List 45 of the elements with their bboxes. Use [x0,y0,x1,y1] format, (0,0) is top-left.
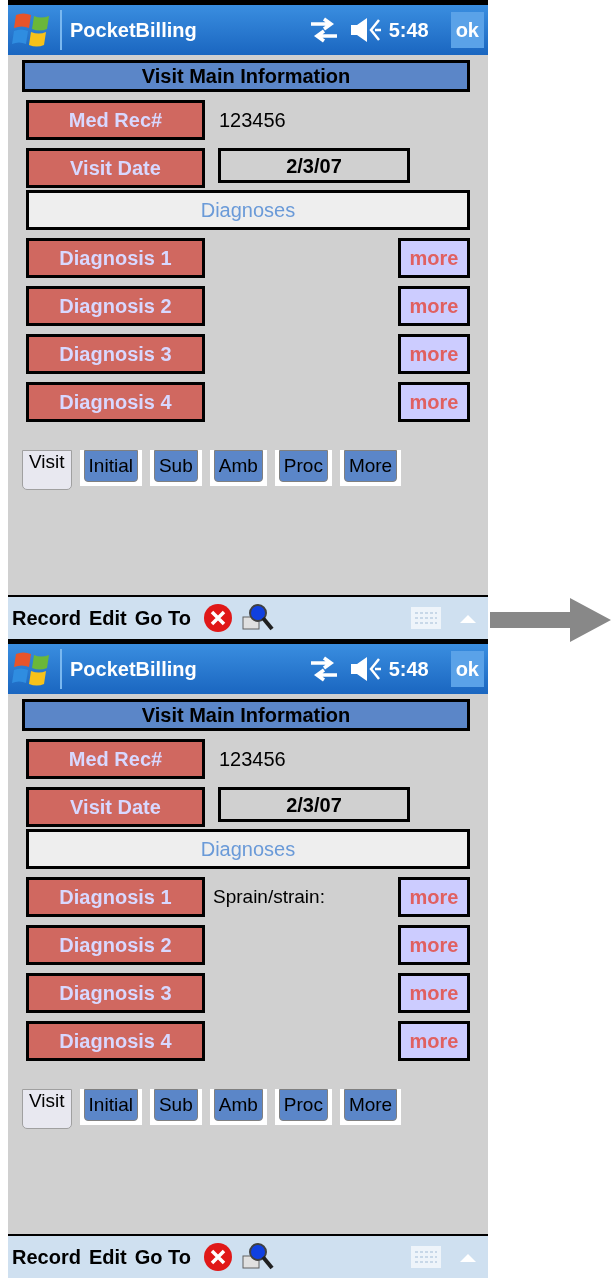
speaker-muted-icon[interactable] [348,16,383,44]
tab[interactable]: Amb [213,1089,263,1121]
field-label: Med Rec# [26,739,205,779]
tab[interactable]: Amb [213,450,263,482]
tab[interactable]: Visit [22,450,72,490]
section-header: Visit Main Information [22,60,470,92]
tab[interactable]: Initial [83,450,138,482]
section-header: Diagnoses [26,829,470,869]
tab[interactable]: More [343,450,398,482]
diagnosis-value: Sprain/strain: [213,884,325,909]
clock-time: 5:48 [388,657,429,682]
menu-item[interactable]: Go To [134,603,191,633]
tab[interactable]: Visit [22,1089,72,1129]
close-icon[interactable] [202,603,233,633]
windows-logo-icon[interactable] [12,650,52,688]
field-label: Med Rec# [26,100,205,140]
menu-item[interactable]: Record [12,603,81,633]
app-title: PocketBilling [70,657,197,682]
speaker-muted-icon[interactable] [348,655,383,683]
menu-item[interactable]: Record [12,1242,81,1272]
field-value: 123456 [219,108,286,133]
tab[interactable]: Proc [278,450,328,482]
tab[interactable]: Initial [83,1089,138,1121]
field-value: 123456 [219,747,286,772]
menu-item[interactable]: Edit [88,1242,127,1272]
field-label: Visit Date [26,148,205,188]
connectivity-icon[interactable] [308,656,339,682]
field-label: Visit Date [26,787,205,827]
search-icon[interactable] [240,1242,275,1272]
clock-time: 5:48 [388,18,429,43]
menu-item[interactable]: Go To [134,1242,191,1272]
search-icon[interactable] [240,603,275,633]
close-icon[interactable] [202,1242,233,1272]
tab[interactable]: Proc [278,1089,328,1121]
section-header: Visit Main Information [22,699,470,731]
tab[interactable]: Sub [153,1089,198,1121]
date-field[interactable]: 2/3/07 [218,787,410,822]
windows-logo-icon[interactable] [12,11,52,49]
date-field[interactable]: 2/3/07 [218,148,410,183]
tab[interactable]: Sub [153,450,198,482]
section-header: Diagnoses [26,190,470,230]
app-title: PocketBilling [70,18,197,43]
tab[interactable]: More [343,1089,398,1121]
connectivity-icon[interactable] [308,17,339,43]
menu-item[interactable]: Edit [88,603,127,633]
